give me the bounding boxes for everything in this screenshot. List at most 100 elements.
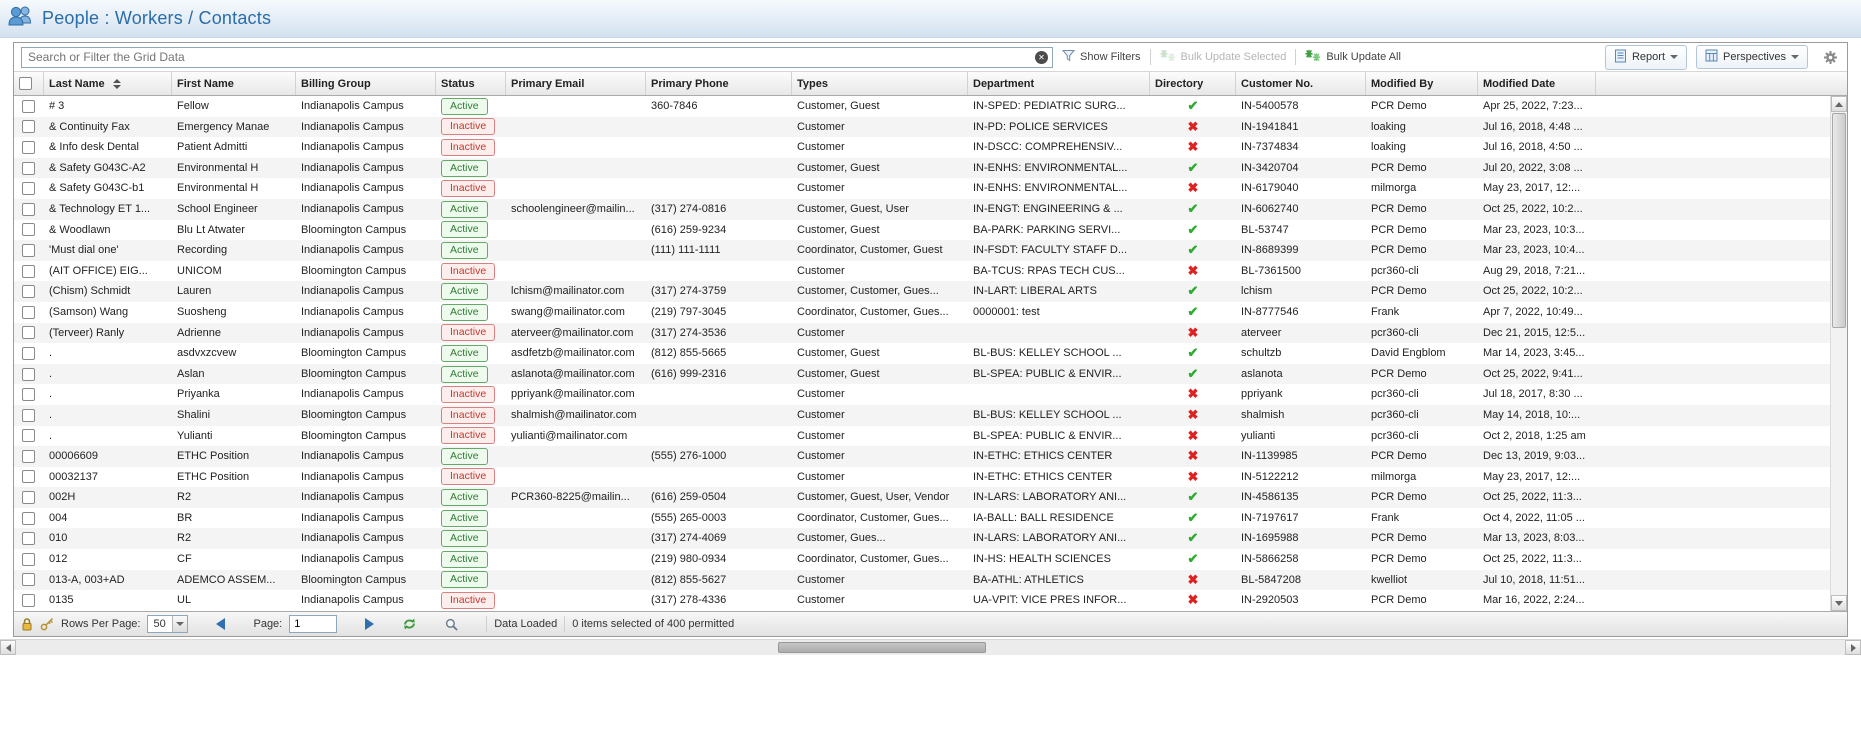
table-row[interactable]: (Samson) WangSuoshengIndianapolis Campus…	[14, 302, 1830, 323]
row-checkbox[interactable]	[22, 553, 35, 566]
cell-directory: ✔	[1150, 343, 1236, 364]
table-row[interactable]: 010R2Indianapolis CampusActive(317) 274-…	[14, 528, 1830, 549]
row-checkbox[interactable]	[22, 573, 35, 586]
table-row[interactable]: & Info desk DentalPatient AdmittiIndiana…	[14, 137, 1830, 158]
next-page-button[interactable]	[365, 618, 374, 630]
scroll-right-button[interactable]	[1845, 640, 1861, 655]
cell-directory: ✖	[1150, 117, 1236, 138]
table-row[interactable]: (AIT OFFICE) EIG...UNICOMBloomington Cam…	[14, 261, 1830, 282]
cell-last-name: & Woodlawn	[44, 220, 172, 241]
table-row[interactable]: 002HR2Indianapolis CampusActivePCR360-82…	[14, 487, 1830, 508]
table-row[interactable]: & Technology ET 1...School EngineerIndia…	[14, 199, 1830, 220]
col-header-department[interactable]: Department	[968, 72, 1150, 95]
row-checkbox[interactable]	[22, 120, 35, 133]
col-header-primary-phone[interactable]: Primary Phone	[646, 72, 792, 95]
key-icon[interactable]	[40, 617, 54, 631]
row-checkbox[interactable]	[22, 182, 35, 195]
row-checkbox[interactable]	[22, 326, 35, 339]
refresh-icon[interactable]	[402, 617, 417, 631]
table-row[interactable]: 013-A, 003+ADADEMCO ASSEM...Bloomington …	[14, 570, 1830, 591]
table-row[interactable]: & Safety G043C-A2Environmental HIndianap…	[14, 158, 1830, 179]
table-row[interactable]: 00006609ETHC PositionIndianapolis Campus…	[14, 446, 1830, 467]
cell-modified-date: Jul 10, 2018, 11:51...	[1478, 570, 1596, 591]
table-row[interactable]: & Safety G043C-b1Environmental HIndianap…	[14, 178, 1830, 199]
table-row[interactable]: (Chism) SchmidtLaurenIndianapolis Campus…	[14, 281, 1830, 302]
row-checkbox[interactable]	[22, 532, 35, 545]
page-number-input[interactable]	[289, 615, 337, 633]
table-row[interactable]: 00032137ETHC PositionIndianapolis Campus…	[14, 467, 1830, 488]
col-header-customer-no[interactable]: Customer No.	[1236, 72, 1366, 95]
row-checkbox[interactable]	[22, 368, 35, 381]
row-checkbox[interactable]	[22, 470, 35, 483]
lock-icon[interactable]	[21, 617, 33, 631]
table-row[interactable]: 0135ULIndianapolis CampusInactive(317) 2…	[14, 590, 1830, 611]
row-checkbox[interactable]	[22, 100, 35, 113]
scroll-down-button[interactable]	[1831, 595, 1847, 611]
col-header-billing-group[interactable]: Billing Group	[296, 72, 436, 95]
table-row[interactable]: .asdvxzcvewBloomington CampusActiveasdfe…	[14, 343, 1830, 364]
cell-status: Inactive	[436, 261, 506, 282]
table-row[interactable]: .ShaliniBloomington CampusInactiveshalmi…	[14, 405, 1830, 426]
col-header-status[interactable]: Status	[436, 72, 506, 95]
col-header-modified-by[interactable]: Modified By	[1366, 72, 1478, 95]
status-badge: Active	[441, 366, 488, 383]
row-checkbox[interactable]	[22, 429, 35, 442]
cell-modified-by: pcr360-cli	[1366, 323, 1478, 344]
report-button[interactable]: Report	[1605, 45, 1687, 70]
directory-no-icon: ✖	[1188, 467, 1199, 488]
table-row[interactable]: 'Must dial one'RecordingIndianapolis Cam…	[14, 240, 1830, 261]
table-row[interactable]: .PriyankaIndianapolis CampusInactiveppri…	[14, 384, 1830, 405]
search-input[interactable]	[21, 47, 1053, 68]
table-row[interactable]: 004BRIndianapolis CampusActive(555) 265-…	[14, 508, 1830, 529]
scroll-up-button[interactable]	[1831, 96, 1847, 112]
row-checkbox[interactable]	[22, 244, 35, 257]
col-header-first-name[interactable]: First Name	[172, 72, 296, 95]
vertical-scrollbar[interactable]	[1830, 96, 1847, 611]
table-row[interactable]: 012CFIndianapolis CampusActive(219) 980-…	[14, 549, 1830, 570]
row-checkbox[interactable]	[22, 285, 35, 298]
cell-directory: ✖	[1150, 178, 1236, 199]
table-row[interactable]: .YuliantiBloomington CampusInactiveyulia…	[14, 426, 1830, 447]
vertical-scrollbar-thumb[interactable]	[1832, 113, 1846, 328]
row-checkbox[interactable]	[22, 347, 35, 360]
col-header-primary-email[interactable]: Primary Email	[506, 72, 646, 95]
perspectives-button[interactable]: Perspectives	[1696, 45, 1808, 69]
select-all-checkbox[interactable]	[19, 77, 32, 90]
search-grid-icon[interactable]	[445, 618, 458, 631]
rows-per-page-select[interactable]: 50	[147, 615, 188, 633]
cell-primary-phone	[646, 117, 792, 138]
table-row[interactable]: & Continuity FaxEmergency ManaeIndianapo…	[14, 117, 1830, 138]
row-checkbox[interactable]	[22, 223, 35, 236]
show-filters-button[interactable]: Show Filters	[1062, 49, 1141, 65]
row-checkbox[interactable]	[22, 265, 35, 278]
directory-yes-icon: ✔	[1188, 281, 1199, 302]
horizontal-scrollbar[interactable]	[0, 639, 1861, 655]
row-checkbox[interactable]	[22, 450, 35, 463]
table-row[interactable]: # 3FellowIndianapolis CampusActive360-78…	[14, 96, 1830, 117]
cell-status: Inactive	[436, 384, 506, 405]
row-checkbox[interactable]	[22, 388, 35, 401]
col-header-modified-date[interactable]: Modified Date	[1478, 72, 1596, 95]
scroll-left-button[interactable]	[0, 640, 16, 655]
row-checkbox[interactable]	[22, 141, 35, 154]
table-row[interactable]: .AslanBloomington CampusActiveaslanota@m…	[14, 364, 1830, 385]
row-checkbox[interactable]	[22, 512, 35, 525]
bulk-update-all-button[interactable]: Bulk Update All	[1305, 49, 1401, 65]
table-row[interactable]: (Terveer) RanlyAdrienneIndianapolis Camp…	[14, 323, 1830, 344]
row-checkbox[interactable]	[22, 162, 35, 175]
horizontal-scrollbar-thumb[interactable]	[778, 642, 986, 653]
bulk-update-selected-button[interactable]: Bulk Update Selected	[1160, 49, 1287, 65]
col-header-directory[interactable]: Directory	[1150, 72, 1236, 95]
status-badge: Active	[441, 551, 488, 568]
row-checkbox[interactable]	[22, 594, 35, 607]
table-row[interactable]: & WoodlawnBlu Lt AtwaterBloomington Camp…	[14, 220, 1830, 241]
col-header-types[interactable]: Types	[792, 72, 968, 95]
row-checkbox[interactable]	[22, 203, 35, 216]
row-checkbox[interactable]	[22, 491, 35, 504]
col-header-last-name[interactable]: Last Name	[44, 72, 172, 95]
row-checkbox[interactable]	[22, 306, 35, 319]
clear-search-icon[interactable]: ✕	[1035, 51, 1048, 64]
previous-page-button[interactable]	[216, 618, 225, 630]
grid-settings-gear-icon[interactable]	[1823, 50, 1838, 65]
row-checkbox[interactable]	[22, 409, 35, 422]
